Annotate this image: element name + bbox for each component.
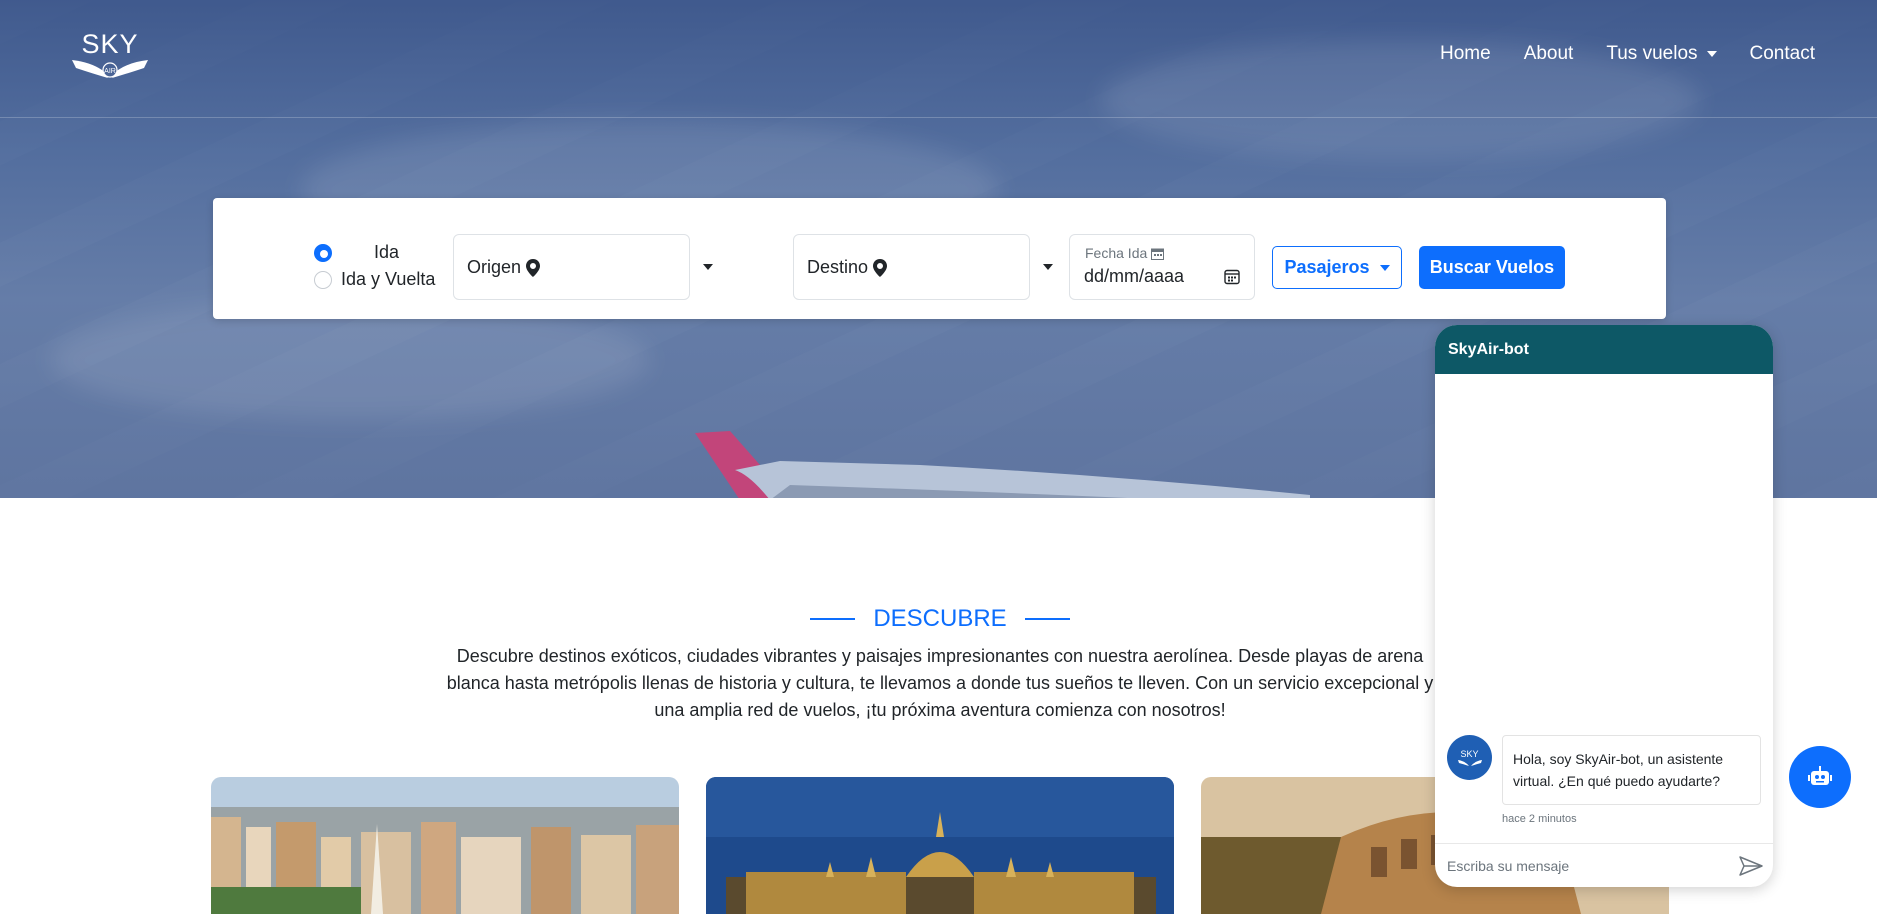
chat-message-row: SKY <box>1447 735 1492 780</box>
fecha-ida-field[interactable]: Fecha Ida dd/mm/aaaa <box>1069 234 1255 300</box>
destino-label: Destino <box>807 257 869 277</box>
chatbot-header-title: SkyAir-bot <box>1435 325 1773 374</box>
buscar-vuelos-button[interactable]: Buscar Vuelos <box>1419 246 1565 289</box>
nav-contact-link[interactable]: Contact <box>1750 43 1815 65</box>
skyair-logo[interactable]: SKY AIR <box>70 30 150 80</box>
navbar: SKY AIR Home About Tus vuelos Contact <box>0 0 1877 118</box>
fecha-ida-value: dd/mm/aaaa <box>1084 266 1185 286</box>
destination-card-buenos-aires[interactable] <box>211 777 679 914</box>
trip-type-ida-vuelta-option[interactable]: Ida y Vuelta <box>314 269 435 290</box>
trip-type-ida-option[interactable]: Ida <box>314 242 399 263</box>
nav-home-link[interactable]: Home <box>1440 43 1491 65</box>
robot-icon <box>1808 766 1832 785</box>
heading-divider-left <box>810 618 856 620</box>
location-pin-icon <box>526 258 541 277</box>
destino-select[interactable]: Destino <box>793 234 1030 300</box>
calendar-small-icon <box>1151 248 1165 260</box>
airplane-wing-image <box>695 431 1310 498</box>
flight-search-form: Ida Ida y Vuelta Origen Destino Fecha Id… <box>213 198 1666 319</box>
chatbot-window: SkyAir-bot SKY Hola, soy SkyAir-bot, un … <box>1435 325 1773 887</box>
logo-text: SKY <box>81 29 139 59</box>
calendar-icon[interactable] <box>1224 268 1240 285</box>
pasajeros-label: Pasajeros <box>1284 257 1370 277</box>
nav-tus-vuelos-dropdown[interactable]: Tus vuelos <box>1606 43 1717 65</box>
descubre-title: DESCUBRE <box>873 605 1007 632</box>
nav-links: Home About Tus vuelos Contact <box>1407 43 1815 65</box>
location-pin-icon <box>873 258 888 277</box>
budapest-parliament-image <box>706 777 1174 914</box>
ida-radio[interactable] <box>314 243 332 262</box>
chat-input-placeholder: Escriba su mensaje <box>1447 858 1570 874</box>
pasajeros-dropdown-button[interactable]: Pasajeros <box>1272 246 1402 289</box>
nav-about-link[interactable]: About <box>1524 43 1574 65</box>
send-icon[interactable] <box>1739 856 1763 876</box>
chat-message-bubble: Hola, soy SkyAir-bot, un asistente virtu… <box>1502 735 1761 805</box>
bot-avatar-text: SKY <box>1460 748 1479 759</box>
ida-label: Ida <box>374 242 400 262</box>
heading-divider-right <box>1024 618 1070 620</box>
origen-select[interactable]: Origen <box>453 234 690 300</box>
nav-tus-vuelos-label: Tus vuelos <box>1606 43 1698 64</box>
logo-wings-icon: AIR <box>72 60 148 78</box>
ida-vuelta-label: Ida y Vuelta <box>341 269 436 289</box>
chat-message-input[interactable]: Escriba su mensaje <box>1435 843 1773 887</box>
chevron-down-icon <box>1706 51 1717 57</box>
origen-label: Origen <box>467 257 522 277</box>
buenos-aires-city-image <box>211 777 679 914</box>
descubre-heading: DESCUBRE <box>810 605 1070 632</box>
fecha-ida-label: Fecha Ida <box>1085 245 1148 261</box>
descubre-description: Descubre destinos exóticos, ciudades vib… <box>446 646 1434 720</box>
logo-sub-text: AIR <box>104 68 116 75</box>
chevron-down-icon <box>1379 264 1390 271</box>
bot-avatar: SKY <box>1447 735 1492 780</box>
ida-vuelta-radio[interactable] <box>314 270 332 289</box>
chatbot-toggle-button[interactable] <box>1789 746 1851 808</box>
origen-chevron-down-icon[interactable] <box>703 264 713 270</box>
destination-card-budapest[interactable] <box>706 777 1174 914</box>
destino-chevron-down-icon[interactable] <box>1043 264 1053 270</box>
logo-wings-icon <box>1457 759 1482 766</box>
chat-message-timestamp: hace 2 minutos <box>1502 813 1577 825</box>
